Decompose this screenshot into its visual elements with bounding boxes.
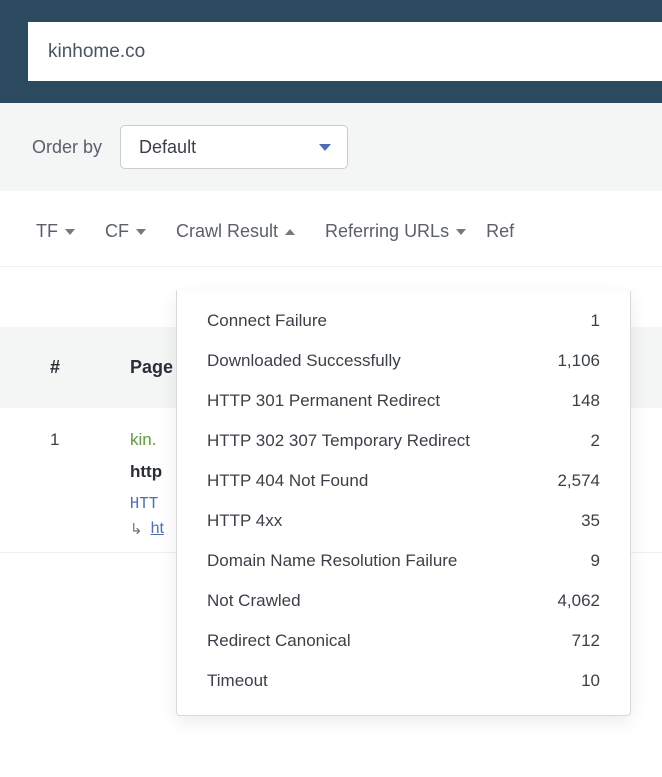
crawl-result-option[interactable]: HTTP 4xx 35 <box>177 501 630 541</box>
crawl-result-option[interactable]: HTTP 301 Permanent Redirect 148 <box>177 381 630 421</box>
row-index: 1 <box>50 430 130 450</box>
top-search-band <box>0 0 662 103</box>
crawl-result-option-label: Not Crawled <box>207 591 301 611</box>
row-redirect-link[interactable]: ht <box>151 520 164 538</box>
crawl-result-option-label: Redirect Canonical <box>207 631 351 651</box>
chevron-down-icon <box>456 229 466 235</box>
crawl-result-option[interactable]: Domain Name Resolution Failure 9 <box>177 541 630 581</box>
table-header-page: Page <box>130 357 173 378</box>
chevron-down-icon <box>136 229 146 235</box>
crawl-result-option[interactable]: HTTP 302 307 Temporary Redirect 2 <box>177 421 630 461</box>
crawl-result-option-label: HTTP 301 Permanent Redirect <box>207 391 440 411</box>
orderby-bar: Order by Default <box>0 103 662 191</box>
crawl-result-option[interactable]: Not Crawled 4,062 <box>177 581 630 621</box>
crawl-result-option-label: Domain Name Resolution Failure <box>207 551 457 571</box>
row-domain-name: kin. <box>130 430 156 450</box>
crawl-result-option[interactable]: Redirect Canonical 712 <box>177 621 630 661</box>
crawl-result-option-count: 1 <box>591 311 600 331</box>
column-filter-ref-partial[interactable]: Ref <box>486 221 514 242</box>
crawl-result-option-count: 2,574 <box>557 471 600 491</box>
column-label-crawl-result: Crawl Result <box>176 221 278 242</box>
crawl-result-option-count: 2 <box>591 431 600 451</box>
filter-columns-row: TF CF Crawl Result Referring URLs Ref <box>0 191 662 267</box>
column-label-tf: TF <box>36 221 58 242</box>
chevron-up-icon <box>285 229 295 235</box>
crawl-result-option-count: 9 <box>591 551 600 571</box>
column-filter-tf[interactable]: TF <box>36 221 75 242</box>
crawl-result-dropdown: Connect Failure 1 Downloaded Successfully 1… <box>176 291 631 716</box>
crawl-result-option[interactable]: Timeout 10 <box>177 661 630 701</box>
crawl-result-option-label: HTTP 4xx <box>207 511 282 531</box>
crawl-result-option-count: 712 <box>572 631 600 651</box>
crawl-result-option-count: 148 <box>572 391 600 411</box>
orderby-label: Order by <box>32 137 102 158</box>
table-header-hash: # <box>50 357 130 378</box>
column-filter-cf[interactable]: CF <box>105 221 146 242</box>
crawl-result-option[interactable]: Connect Failure 1 <box>177 301 630 341</box>
crawl-result-option-count: 10 <box>581 671 600 691</box>
chevron-down-icon <box>319 144 331 151</box>
crawl-result-option-count: 4,062 <box>557 591 600 611</box>
crawl-result-option-count: 1,106 <box>557 351 600 371</box>
crawl-result-option[interactable]: HTTP 404 Not Found 2,574 <box>177 461 630 501</box>
crawl-result-option-label: HTTP 302 307 Temporary Redirect <box>207 431 470 451</box>
column-label-cf: CF <box>105 221 129 242</box>
orderby-select[interactable]: Default <box>120 125 348 169</box>
crawl-result-option-count: 35 <box>581 511 600 531</box>
column-label-ref-partial: Ref <box>486 221 514 241</box>
crawl-result-option-label: Timeout <box>207 671 268 691</box>
column-filter-crawl-result[interactable]: Crawl Result <box>176 221 295 242</box>
domain-search-input[interactable] <box>28 22 662 81</box>
orderby-selected-value: Default <box>139 137 196 158</box>
chevron-down-icon <box>65 229 75 235</box>
crawl-result-option[interactable]: Downloaded Successfully 1,106 <box>177 341 630 381</box>
crawl-result-option-label: Connect Failure <box>207 311 327 331</box>
column-label-referring-urls: Referring URLs <box>325 221 449 242</box>
redirect-arrow-icon: ↳ <box>130 520 143 538</box>
crawl-result-option-label: HTTP 404 Not Found <box>207 471 368 491</box>
crawl-result-option-label: Downloaded Successfully <box>207 351 401 371</box>
column-filter-referring-urls[interactable]: Referring URLs <box>325 221 466 242</box>
